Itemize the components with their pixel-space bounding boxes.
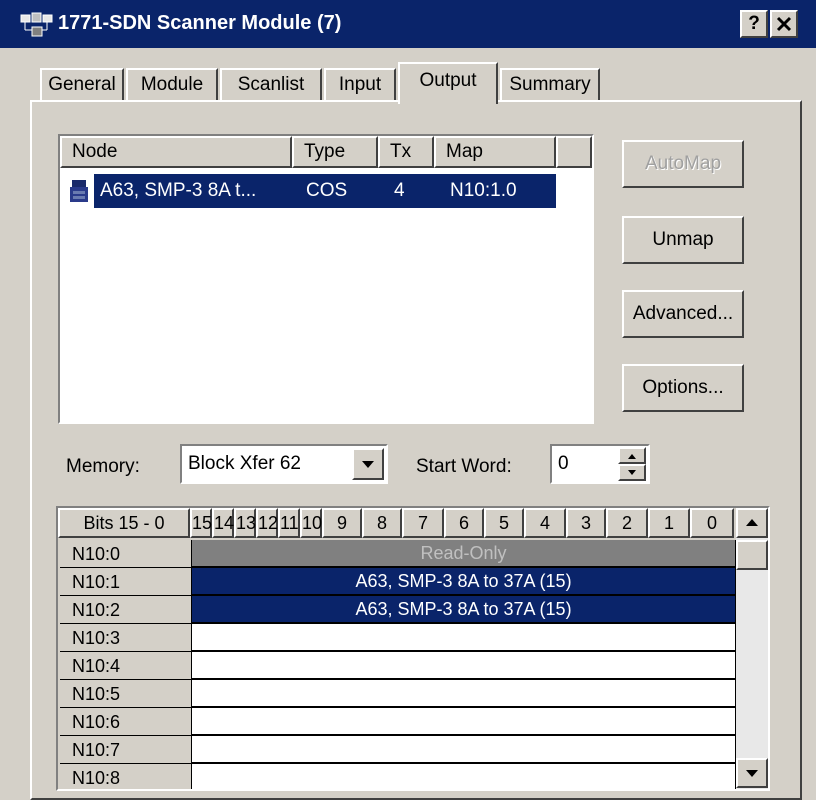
word-label: N10:3 — [60, 624, 192, 652]
device-icon — [70, 180, 88, 202]
scroll-thumb[interactable] — [736, 540, 768, 570]
word-row-content[interactable]: A63, SMP-3 8A to 37A (15) — [192, 568, 736, 596]
word-row-content[interactable] — [192, 680, 736, 708]
close-button[interactable] — [770, 10, 798, 38]
automap-button[interactable]: AutoMap — [622, 140, 744, 188]
column-header-map[interactable]: Map — [434, 136, 556, 168]
automap-label: AutoMap — [644, 153, 722, 174]
word-label: N10:8 — [60, 764, 192, 789]
bit-header: 13 — [234, 508, 256, 538]
start-word-value: 0 — [558, 453, 569, 474]
arrow-up-icon — [628, 454, 636, 459]
node-list[interactable]: Node Type Tx Map A63, SMP-3 8A t... COS … — [58, 134, 594, 424]
memory-select[interactable]: Block Xfer 62 — [180, 444, 388, 484]
memory-label: Memory: — [66, 456, 140, 477]
vertical-scrollbar[interactable] — [736, 508, 768, 789]
list-item[interactable]: A63, SMP-3 8A t... COS 4 N10:1.0 — [64, 174, 556, 208]
window-title: 1771-SDN Scanner Module (7) — [58, 12, 342, 34]
tab-summary[interactable]: Summary — [500, 68, 600, 102]
chevron-down-icon — [362, 461, 374, 468]
tab-scanlist[interactable]: Scanlist — [220, 68, 322, 102]
word-row-content[interactable]: Read-Only — [192, 540, 736, 568]
column-header-blank — [556, 136, 592, 168]
unmap-button[interactable]: Unmap — [622, 216, 744, 264]
memory-value: Block Xfer 62 — [188, 453, 301, 474]
scroll-down-button[interactable] — [736, 758, 768, 788]
arrow-up-icon — [746, 519, 758, 526]
spin-up-button[interactable] — [618, 447, 646, 464]
word-label: N10:5 — [60, 680, 192, 708]
bits-header: Bits 15 - 0 — [58, 508, 190, 538]
word-row-content[interactable] — [192, 708, 736, 736]
word-row-content[interactable] — [192, 764, 736, 789]
bit-header: 14 — [212, 508, 234, 538]
advanced-label: Advanced... — [632, 303, 734, 324]
tab-input[interactable]: Input — [324, 68, 396, 102]
tab-module[interactable]: Module — [126, 68, 218, 102]
network-module-icon — [20, 12, 53, 37]
bit-header: 12 — [256, 508, 278, 538]
column-header-type[interactable]: Type — [292, 136, 378, 168]
arrow-down-icon — [628, 470, 636, 475]
bit-map-grid[interactable]: Bits 15 - 0 15 14 13 12 11 10 9 8 7 6 5 … — [56, 506, 770, 791]
tx-cell: 4 — [394, 180, 405, 201]
bit-header: 0 — [690, 508, 734, 538]
bit-header: 15 — [190, 508, 212, 538]
bit-header: 9 — [322, 508, 362, 538]
node-cell: A63, SMP-3 8A t... — [100, 180, 257, 201]
close-icon — [776, 16, 792, 32]
bit-header: 5 — [484, 508, 524, 538]
start-word-label: Start Word: — [416, 456, 512, 477]
options-button[interactable]: Options... — [622, 364, 744, 412]
bit-header: 11 — [278, 508, 300, 538]
word-label: N10:0 — [60, 540, 192, 568]
bit-header: 1 — [648, 508, 690, 538]
type-cell: COS — [306, 180, 348, 201]
column-header-tx[interactable]: Tx — [378, 136, 434, 168]
bit-header: 6 — [444, 508, 484, 538]
bit-header: 10 — [300, 508, 322, 538]
column-header-node[interactable]: Node — [60, 136, 292, 168]
advanced-button[interactable]: Advanced... — [622, 290, 744, 338]
bit-header: 8 — [362, 508, 402, 538]
word-label: N10:7 — [60, 736, 192, 764]
memory-dropdown-button[interactable] — [352, 448, 384, 480]
options-label: Options... — [642, 377, 724, 398]
arrow-down-icon — [746, 770, 758, 777]
title-bar[interactable]: 1771-SDN Scanner Module (7) ? — [0, 0, 816, 48]
scroll-up-button[interactable] — [736, 508, 768, 538]
word-row-content[interactable] — [192, 624, 736, 652]
word-label: N10:6 — [60, 708, 192, 736]
word-label: N10:1 — [60, 568, 192, 596]
tab-general[interactable]: General — [40, 68, 124, 102]
word-row-content[interactable]: A63, SMP-3 8A to 37A (15) — [192, 596, 736, 624]
bit-header: 7 — [402, 508, 444, 538]
word-label: N10:4 — [60, 652, 192, 680]
spin-down-button[interactable] — [618, 464, 646, 481]
unmap-label: Unmap — [652, 229, 714, 250]
bit-header: 3 — [566, 508, 606, 538]
word-row-content[interactable] — [192, 652, 736, 680]
map-cell: N10:1.0 — [450, 180, 517, 201]
word-row-content[interactable] — [192, 736, 736, 764]
bit-header: 4 — [524, 508, 566, 538]
start-word-spinner[interactable]: 0 — [550, 444, 650, 484]
help-button[interactable]: ? — [740, 10, 768, 38]
bit-header: 2 — [606, 508, 648, 538]
tab-output[interactable]: Output — [398, 62, 498, 104]
bit-header-row: 15 14 13 12 11 10 9 8 7 6 5 4 3 2 1 0 — [190, 508, 734, 538]
word-label: N10:2 — [60, 596, 192, 624]
